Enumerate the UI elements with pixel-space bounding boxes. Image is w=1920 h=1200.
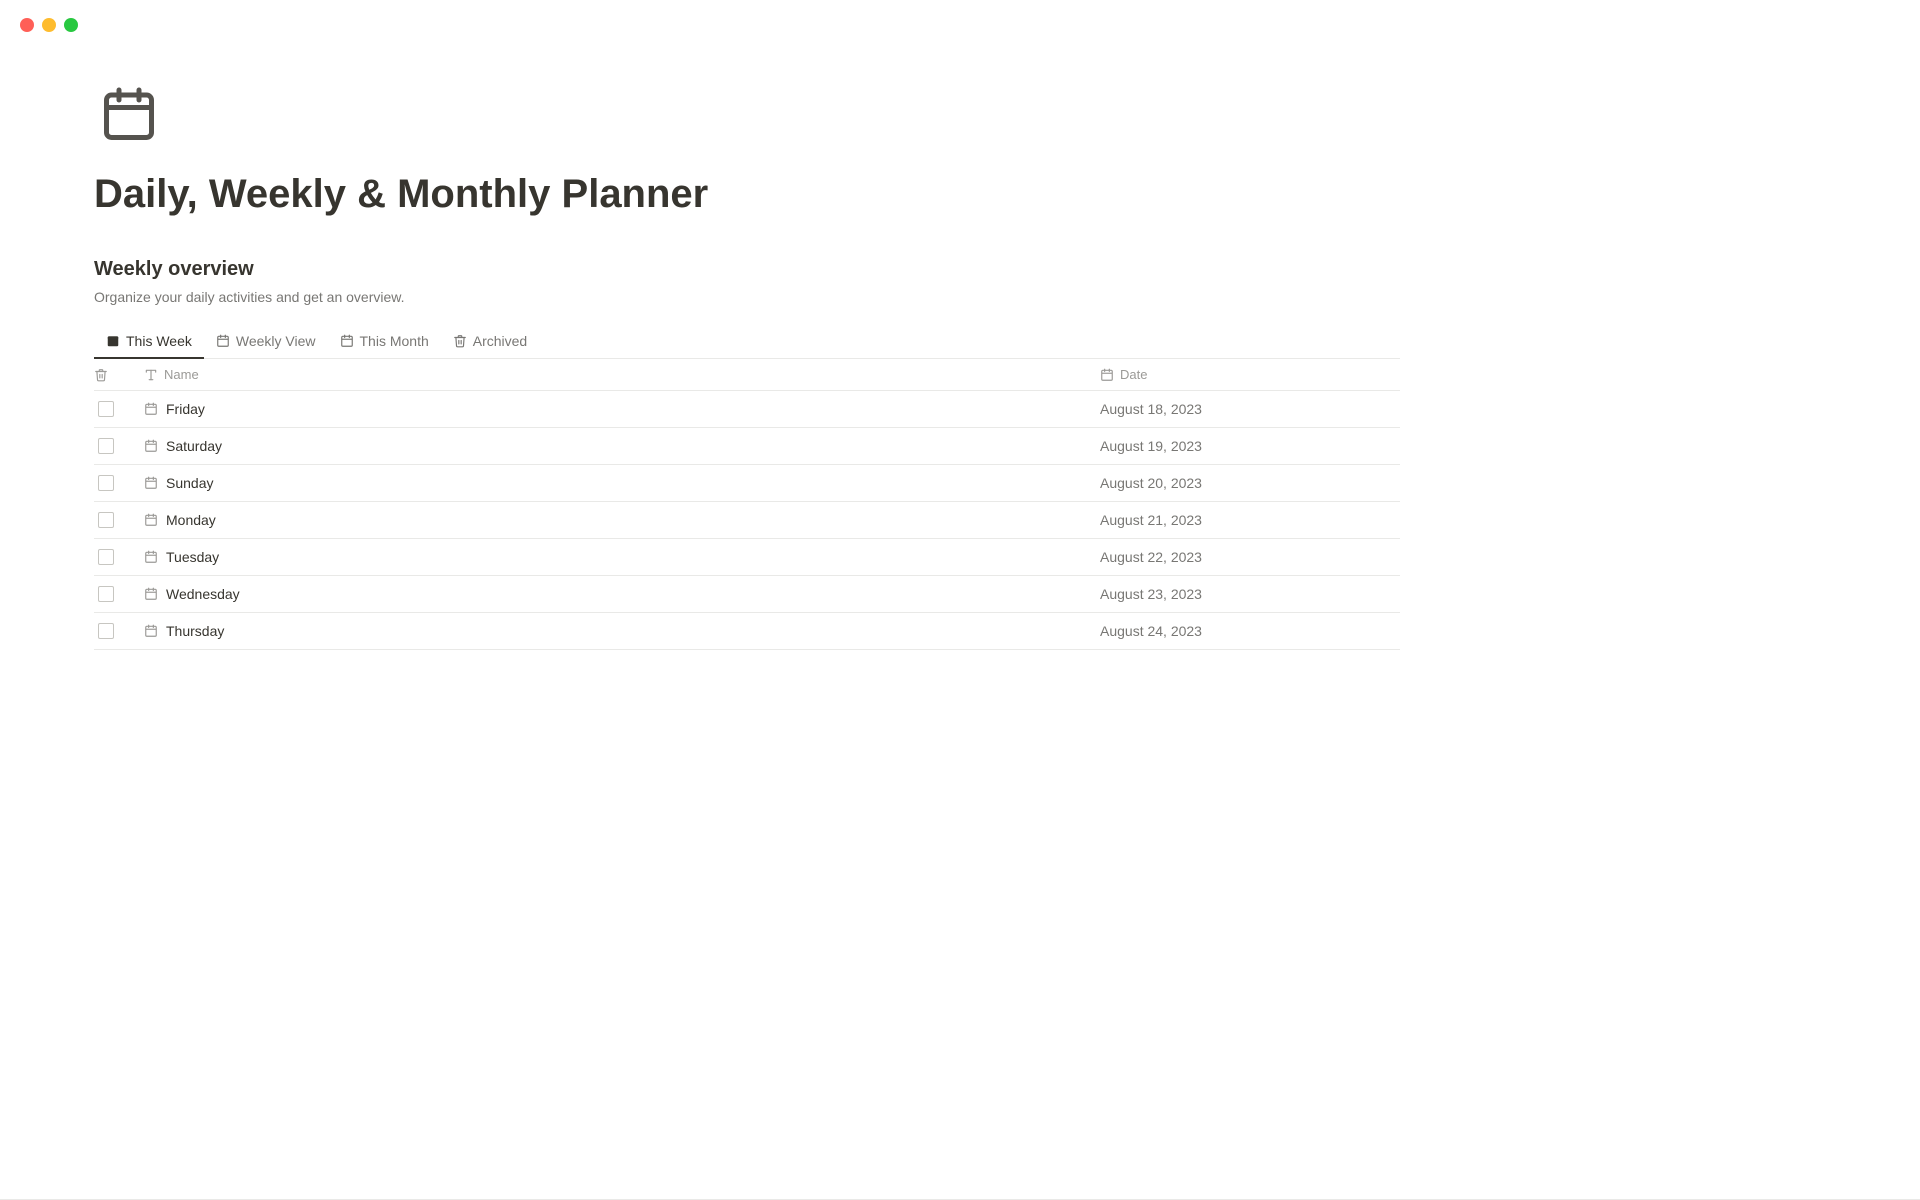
table-row[interactable]: Thursday August 24, 2023 — [94, 613, 1400, 650]
row-name-cell: Tuesday — [144, 549, 1100, 565]
header-calendar-icon — [1100, 368, 1114, 382]
table-row[interactable]: Tuesday August 22, 2023 — [94, 539, 1400, 576]
row-name: Monday — [166, 512, 216, 528]
tab-archived[interactable]: Archived — [441, 325, 539, 359]
row-calendar-icon — [144, 439, 158, 453]
row-calendar-icon — [144, 402, 158, 416]
table-row[interactable]: Monday August 21, 2023 — [94, 502, 1400, 539]
tab-this-week[interactable]: This Week — [94, 325, 204, 359]
row-date: August 21, 2023 — [1100, 512, 1400, 528]
header-text-icon — [144, 368, 158, 382]
table-row[interactable]: Wednesday August 23, 2023 — [94, 576, 1400, 613]
checkbox-cell — [94, 401, 144, 417]
row-name-cell: Thursday — [144, 623, 1100, 639]
table-header-date: Date — [1100, 367, 1400, 382]
row-date: August 20, 2023 — [1100, 475, 1400, 491]
tab-archived-label: Archived — [473, 333, 527, 349]
row-name: Friday — [166, 401, 205, 417]
page-content: Daily, Weekly & Monthly Planner Weekly o… — [0, 0, 1400, 730]
row-date: August 24, 2023 — [1100, 623, 1400, 639]
table-header-name: Name — [144, 367, 1100, 382]
tab-this-month-icon — [340, 334, 354, 348]
row-name-cell: Monday — [144, 512, 1100, 528]
checkbox-cell — [94, 549, 144, 565]
window-controls — [20, 18, 78, 32]
checkbox-cell — [94, 586, 144, 602]
row-calendar-icon — [144, 513, 158, 527]
row-calendar-icon — [144, 587, 158, 601]
row-name-cell: Saturday — [144, 438, 1100, 454]
checkbox-cell — [94, 623, 144, 639]
header-date-label: Date — [1120, 367, 1147, 382]
row-name: Wednesday — [166, 586, 240, 602]
section-title: Weekly overview — [94, 258, 1400, 281]
row-checkbox-2[interactable] — [98, 475, 114, 491]
tab-calendar-filled-icon — [106, 334, 120, 348]
tab-this-month-label: This Month — [360, 333, 429, 349]
row-date: August 19, 2023 — [1100, 438, 1400, 454]
page-title: Daily, Weekly & Monthly Planner — [94, 170, 1400, 218]
checkbox-cell — [94, 512, 144, 528]
row-name: Saturday — [166, 438, 222, 454]
tab-trash-icon — [453, 334, 467, 348]
checkbox-cell — [94, 475, 144, 491]
table-row[interactable]: Sunday August 20, 2023 — [94, 465, 1400, 502]
header-name-label: Name — [164, 367, 199, 382]
row-date: August 23, 2023 — [1100, 586, 1400, 602]
row-date: August 22, 2023 — [1100, 549, 1400, 565]
checkbox-cell — [94, 438, 144, 454]
row-name-cell: Wednesday — [144, 586, 1100, 602]
row-name-cell: Friday — [144, 401, 1100, 417]
row-checkbox-3[interactable] — [98, 512, 114, 528]
tab-calendar-icon — [216, 334, 230, 348]
row-date: August 18, 2023 — [1100, 401, 1400, 417]
row-calendar-icon — [144, 624, 158, 638]
tab-this-month[interactable]: This Month — [328, 325, 441, 359]
tabs-container: This Week Weekly View This Month — [94, 325, 1400, 359]
row-checkbox-4[interactable] — [98, 549, 114, 565]
close-button[interactable] — [20, 18, 34, 32]
tab-weekly-view[interactable]: Weekly View — [204, 325, 328, 359]
header-trash-icon — [94, 368, 108, 382]
maximize-button[interactable] — [64, 18, 78, 32]
section-description: Organize your daily activities and get a… — [94, 289, 1400, 305]
row-checkbox-1[interactable] — [98, 438, 114, 454]
table-row[interactable]: Friday August 18, 2023 — [94, 391, 1400, 428]
table-body: Friday August 18, 2023 Saturday August 1… — [94, 391, 1400, 650]
minimize-button[interactable] — [42, 18, 56, 32]
row-name: Tuesday — [166, 549, 219, 565]
row-name: Thursday — [166, 623, 224, 639]
table-header-delete — [94, 368, 144, 382]
row-calendar-icon — [144, 550, 158, 564]
row-checkbox-0[interactable] — [98, 401, 114, 417]
tab-weekly-view-label: Weekly View — [236, 333, 316, 349]
calendar-icon — [99, 85, 159, 145]
row-calendar-icon — [144, 476, 158, 490]
row-name: Sunday — [166, 475, 213, 491]
table-header: Name Date — [94, 359, 1400, 391]
row-checkbox-6[interactable] — [98, 623, 114, 639]
row-name-cell: Sunday — [144, 475, 1100, 491]
table-row[interactable]: Saturday August 19, 2023 — [94, 428, 1400, 465]
tab-this-week-label: This Week — [126, 333, 192, 349]
page-icon — [94, 80, 164, 150]
row-checkbox-5[interactable] — [98, 586, 114, 602]
